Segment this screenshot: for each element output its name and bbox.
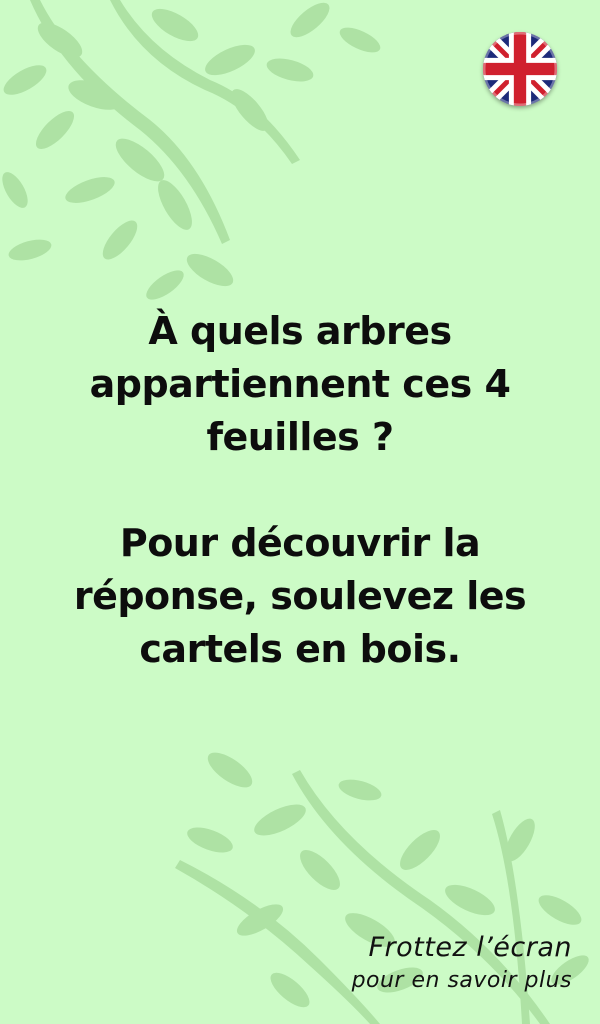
rub-screen-hint: Frottez l’écran pour en savoir plus bbox=[352, 930, 572, 996]
hint-line-2: pour en savoir plus bbox=[351, 968, 572, 993]
main-message: À quels arbres appartiennent ces 4 feuil… bbox=[40, 305, 560, 676]
uk-flag-icon bbox=[483, 32, 557, 106]
hint-line-1: Frottez l’écran bbox=[368, 932, 572, 963]
instruction-text: Pour découvrir la réponse, soulevez les … bbox=[73, 521, 527, 671]
language-switch-button[interactable] bbox=[483, 32, 557, 106]
leaves-decoration-top bbox=[2, 0, 381, 300]
question-text: À quels arbres appartiennent ces 4 feuil… bbox=[89, 309, 511, 459]
quiz-screen: À quels arbres appartiennent ces 4 feuil… bbox=[0, 0, 600, 1024]
